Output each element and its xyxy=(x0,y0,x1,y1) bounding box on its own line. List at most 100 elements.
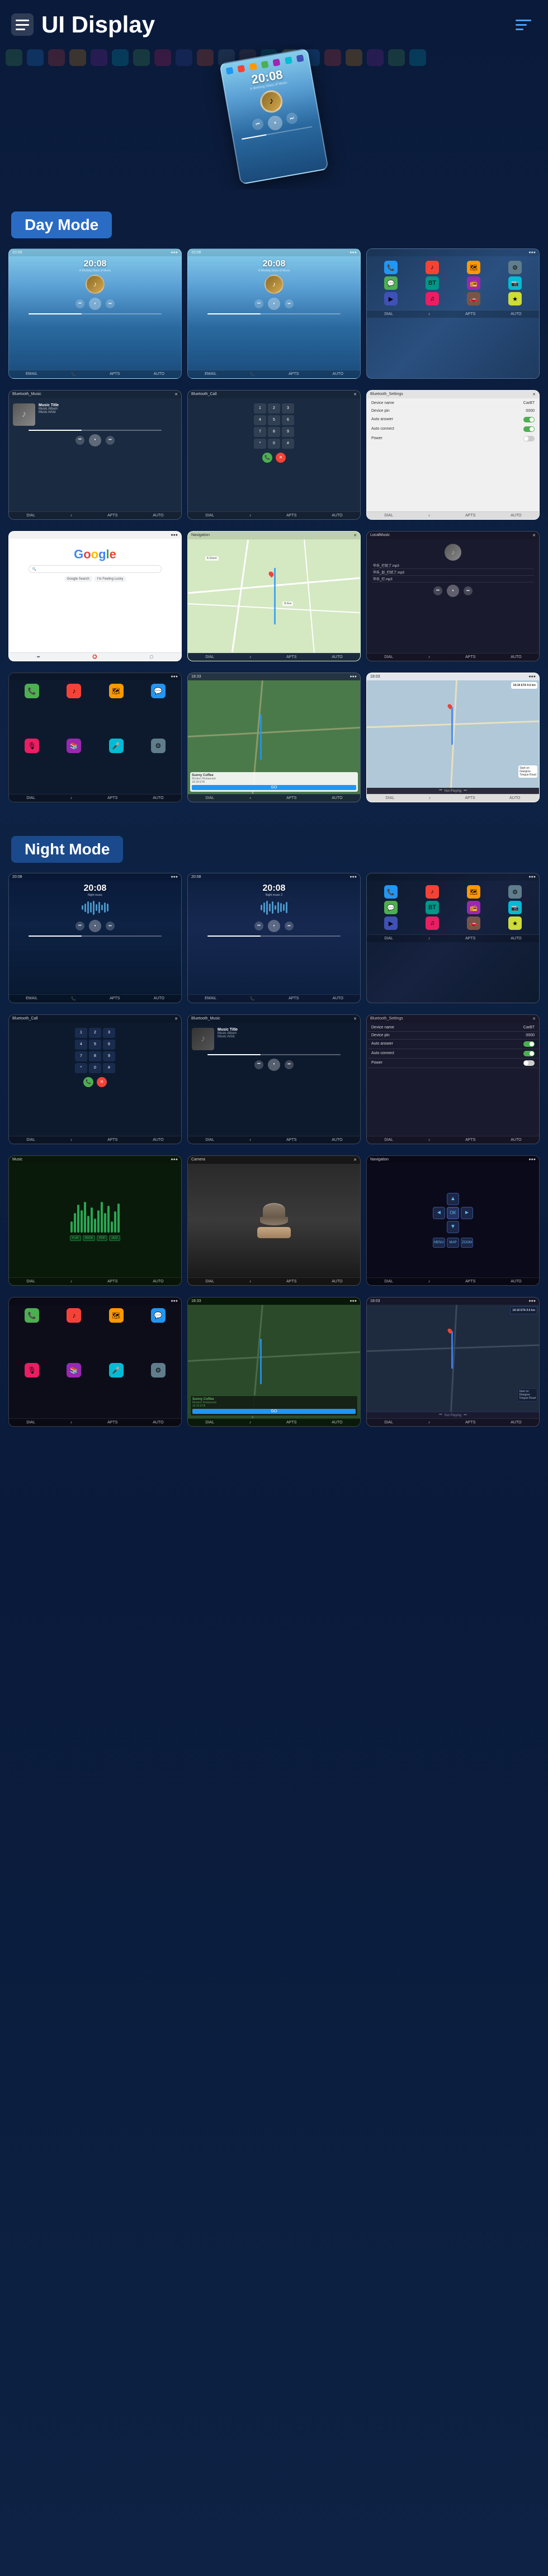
night-cp-audiobooks[interactable]: 📚 xyxy=(67,1363,81,1378)
arrow-left[interactable]: ◄ xyxy=(433,1207,445,1219)
call-btn[interactable]: 📞 xyxy=(262,453,272,463)
dial-7[interactable]: 7 xyxy=(254,427,266,437)
night-dial-hash[interactable]: # xyxy=(103,1063,115,1073)
app-music[interactable]: ♪ xyxy=(426,261,439,274)
night-call-btn[interactable]: 📞 xyxy=(83,1077,93,1087)
night-cp-music[interactable]: ♪ xyxy=(67,1308,81,1323)
next-btn-2[interactable]: ⏭ xyxy=(285,299,294,308)
night-app-spotify[interactable]: ♫ xyxy=(426,916,439,930)
night-app-music[interactable]: ♪ xyxy=(426,885,439,899)
night-auto-answer-toggle[interactable] xyxy=(523,1041,535,1047)
app-spotify[interactable]: ♫ xyxy=(426,292,439,305)
app-settings[interactable]: ⚙ xyxy=(508,261,522,274)
night-dial-8[interactable]: 8 xyxy=(89,1051,101,1061)
night-cp-podcasts[interactable]: 🎙 xyxy=(25,1363,39,1378)
power-toggle[interactable] xyxy=(523,436,535,441)
night-bt-next-btn[interactable]: ⏭ xyxy=(285,1060,294,1069)
night-app-maps[interactable]: 🗺 xyxy=(467,885,480,899)
arrow-up[interactable]: ▲ xyxy=(447,1193,459,1205)
app-extra[interactable]: ★ xyxy=(508,292,522,305)
menu-icon[interactable] xyxy=(11,13,34,36)
cp-audiobooks[interactable]: 📚 xyxy=(67,739,81,753)
func-btn-2[interactable]: MAP xyxy=(447,1238,459,1248)
nav-icon[interactable] xyxy=(516,20,531,30)
night-dial-5[interactable]: 5 xyxy=(89,1040,101,1050)
night-cp-settings[interactable]: ⚙ xyxy=(151,1363,166,1378)
go-button[interactable]: GO xyxy=(192,785,356,790)
dial-1[interactable]: 1 xyxy=(254,403,266,413)
night-app-extra[interactable]: ★ xyxy=(508,916,522,930)
night-cp-siri[interactable]: 🎤 xyxy=(109,1363,124,1378)
app-phone[interactable]: 📞 xyxy=(384,261,398,274)
func-btn-1[interactable]: MENU xyxy=(433,1238,445,1248)
night-prev-btn-2[interactable]: ⏮ xyxy=(254,922,263,930)
cp-phone[interactable]: 📞 xyxy=(25,684,39,698)
play-btn-1[interactable]: ⏸ xyxy=(89,298,101,310)
app-youtube[interactable]: ▶ xyxy=(384,292,398,305)
arrow-down[interactable]: ▼ xyxy=(447,1221,459,1233)
cp-music[interactable]: ♪ xyxy=(67,684,81,698)
eq-btn-2[interactable]: ROCK xyxy=(83,1235,95,1241)
local-next-btn[interactable]: ⏭ xyxy=(464,586,473,595)
cp-messages[interactable]: 💬 xyxy=(151,684,166,698)
dial-3[interactable]: 3 xyxy=(282,403,294,413)
dial-star[interactable]: * xyxy=(254,439,266,449)
auto-answer-toggle[interactable] xyxy=(523,417,535,422)
dial-5[interactable]: 5 xyxy=(268,415,280,425)
night-app-wechat[interactable]: 💬 xyxy=(384,901,398,914)
night-next-btn-1[interactable]: ⏭ xyxy=(106,922,115,930)
night-power-toggle[interactable] xyxy=(523,1060,535,1066)
night-app-youtube[interactable]: ▶ xyxy=(384,916,398,930)
cp-maps[interactable]: 🗺 xyxy=(109,684,124,698)
night-auto-connect-toggle[interactable] xyxy=(523,1051,535,1056)
night-dial-6[interactable]: 6 xyxy=(103,1040,115,1050)
eq-btn-1[interactable]: FLAT xyxy=(70,1235,81,1241)
local-play-btn[interactable]: ⏸ xyxy=(447,585,459,597)
local-prev-btn[interactable]: ⏮ xyxy=(433,586,442,595)
play-btn-2[interactable]: ⏸ xyxy=(268,298,280,310)
night-next-btn-2[interactable]: ⏭ xyxy=(285,922,294,930)
music-item-1[interactable]: 华乐_打扰了.mp3 xyxy=(372,562,534,569)
bt-prev-btn[interactable]: ⏮ xyxy=(75,436,84,445)
night-app-camera[interactable]: 📷 xyxy=(508,901,522,914)
dial-6[interactable]: 6 xyxy=(282,415,294,425)
night-cp-messages[interactable]: 💬 xyxy=(151,1308,166,1323)
night-play-btn-2[interactable]: ⏸ xyxy=(268,920,280,932)
auto-connect-toggle[interactable] xyxy=(523,426,535,432)
arrow-center[interactable]: OK xyxy=(447,1207,459,1219)
hero-play-btn[interactable]: ⏸ xyxy=(267,115,284,131)
night-dial-9[interactable]: 9 xyxy=(103,1051,115,1061)
night-app-bt[interactable]: BT xyxy=(426,901,439,914)
arrow-right[interactable]: ► xyxy=(461,1207,473,1219)
night-end-call-btn[interactable]: ✕ xyxy=(97,1077,107,1087)
eq-btn-4[interactable]: JAZZ xyxy=(109,1235,120,1241)
bt-play-btn[interactable]: ⏸ xyxy=(89,434,101,446)
music-item-3[interactable]: 华乐_打.mp3 xyxy=(372,576,534,582)
google-search-box[interactable]: 🔍 xyxy=(29,565,162,573)
cp-settings[interactable]: ⚙ xyxy=(151,739,166,753)
dial-4[interactable]: 4 xyxy=(254,415,266,425)
app-radio[interactable]: 📻 xyxy=(467,276,480,290)
prev-btn-1[interactable]: ⏮ xyxy=(75,299,84,308)
dial-9[interactable]: 9 xyxy=(282,427,294,437)
night-cp-maps[interactable]: 🗺 xyxy=(109,1308,124,1323)
app-car[interactable]: 🚗 xyxy=(467,292,480,305)
dial-hash[interactable]: # xyxy=(282,439,294,449)
bt-next-btn[interactable]: ⏭ xyxy=(106,436,115,445)
eq-btn-3[interactable]: POP xyxy=(97,1235,107,1241)
cp-podcasts[interactable]: 🎙 xyxy=(25,739,39,753)
night-play-btn-1[interactable]: ⏸ xyxy=(89,920,101,932)
night-prev-btn-1[interactable]: ⏮ xyxy=(75,922,84,930)
dial-0[interactable]: 0 xyxy=(268,439,280,449)
night-cp-phone[interactable]: 📞 xyxy=(25,1308,39,1323)
night-dial-0[interactable]: 0 xyxy=(89,1063,101,1073)
prev-btn-2[interactable]: ⏮ xyxy=(254,299,263,308)
night-bt-prev-btn[interactable]: ⏮ xyxy=(254,1060,263,1069)
next-btn-1[interactable]: ⏭ xyxy=(106,299,115,308)
night-dial-3[interactable]: 3 xyxy=(103,1028,115,1038)
music-item-2[interactable]: 华乐_赵_打扰了.mp3 xyxy=(372,569,534,576)
night-app-phone[interactable]: 📞 xyxy=(384,885,398,899)
google-search-btn[interactable]: Google Search xyxy=(64,576,92,582)
hero-next-btn[interactable]: ⏭ xyxy=(286,112,299,125)
hero-prev-btn[interactable]: ⏮ xyxy=(251,118,264,131)
